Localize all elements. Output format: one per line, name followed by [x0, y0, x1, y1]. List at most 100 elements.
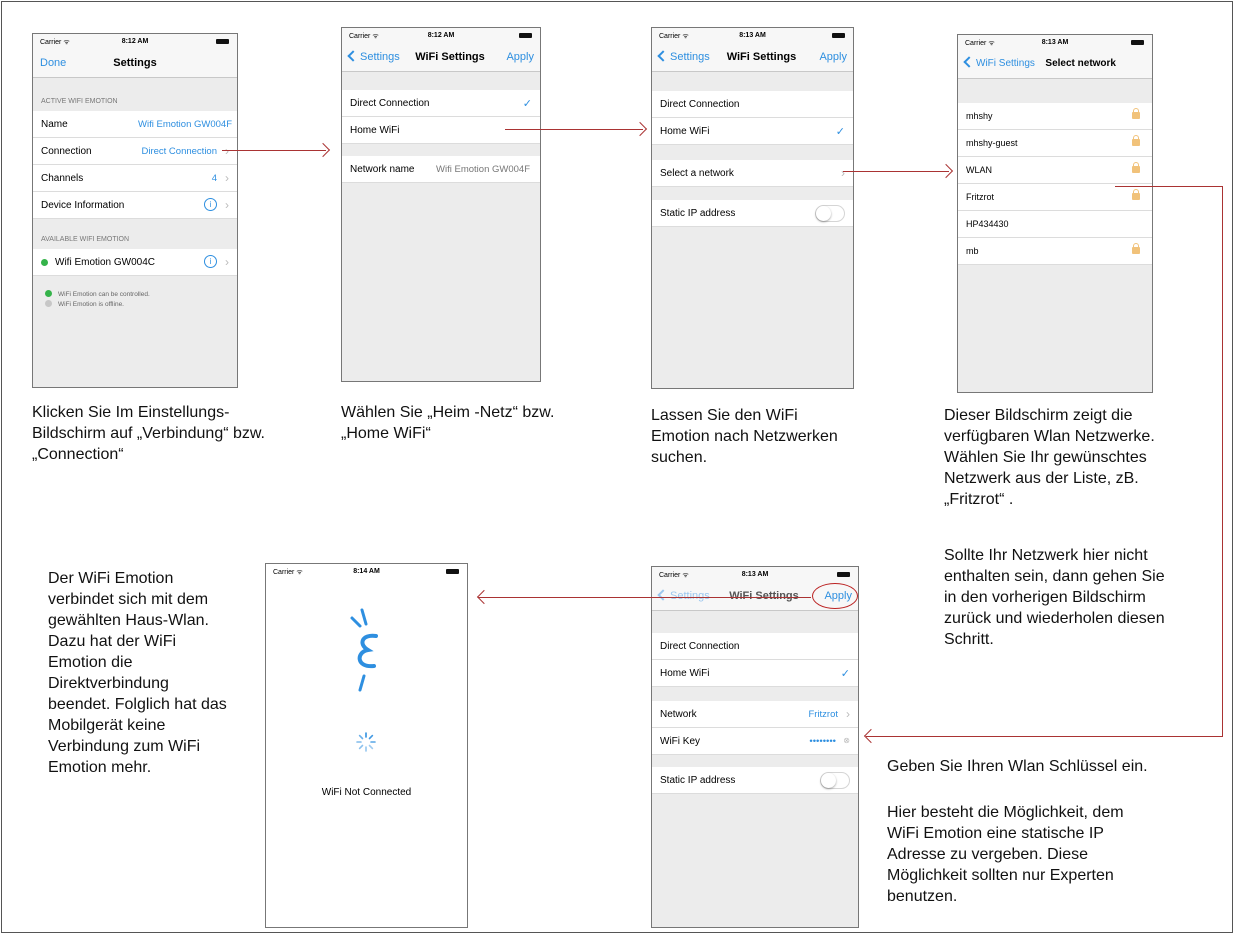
- row-value: Direct Connection: [141, 146, 217, 157]
- network-row-hp434430[interactable]: HP434430: [958, 211, 1152, 238]
- lock-icon: [1132, 162, 1140, 173]
- row-label: Device Information: [41, 200, 125, 211]
- nav-title: Settings: [113, 57, 157, 69]
- nav-title: Select network: [1045, 58, 1116, 69]
- network-name: mhshy: [966, 111, 993, 121]
- phone-screen-not-connected: Carrier ᯤ 8:14 AM WiFi Not Connected: [265, 563, 468, 928]
- status-message: WiFi Not Connected: [321, 787, 412, 798]
- row-name[interactable]: Name Wifi Emotion GW004F: [33, 111, 237, 138]
- status-bar: Carrier ᯤ 8:12 AM: [342, 28, 540, 42]
- chevron-right-icon: ›: [225, 255, 229, 269]
- wifi-key-input[interactable]: ••••••••: [809, 736, 836, 747]
- status-bar: Carrier ᯤ 8:13 AM: [958, 35, 1152, 49]
- network-row-mhshy[interactable]: mhshy: [958, 103, 1152, 130]
- clear-icon[interactable]: ⊗: [843, 736, 850, 745]
- row-direct-connection[interactable]: Direct Connection ✓: [342, 90, 540, 117]
- chevron-left-icon: [657, 589, 669, 601]
- row-direct-connection[interactable]: Direct Connection: [652, 91, 853, 118]
- nav-bar: WiFi Settings Select network: [958, 49, 1152, 79]
- status-bar: Carrier ᯤ 8:13 AM: [652, 28, 853, 42]
- network-name: HP434430: [966, 219, 1009, 229]
- info-icon[interactable]: i: [204, 255, 217, 268]
- caption-step-5-note: Hier besteht die Möglichkeit, dem WiFi E…: [887, 804, 1124, 905]
- row-home-wifi[interactable]: Home WiFi ✓: [652, 660, 858, 687]
- caption-step-4-note: Sollte Ihr Netzwerk hier nicht enthalten…: [944, 547, 1165, 648]
- row-direct-connection[interactable]: Direct Connection: [652, 633, 858, 660]
- legend-offline-text: WiFi Emotion is offline.: [58, 301, 124, 308]
- battery-icon: [832, 33, 845, 38]
- network-row-fritzrot[interactable]: Fritzrot: [958, 184, 1152, 211]
- phone-screen-wifi-settings-home: Carrier ᯤ 8:13 AM Settings WiFi Settings…: [651, 27, 854, 389]
- row-home-wifi[interactable]: Home WiFi ✓: [652, 118, 853, 145]
- row-static-ip[interactable]: Static IP address: [652, 767, 858, 794]
- chevron-right-icon: ›: [846, 707, 850, 721]
- row-label: Direct Connection: [660, 641, 740, 652]
- lock-icon: [1132, 108, 1140, 119]
- chevron-left-icon: [657, 50, 669, 62]
- section-header-active: ACTIVE WIFI EMOTION: [41, 98, 118, 105]
- battery-icon: [216, 39, 229, 44]
- caption-step-5: Geben Sie Ihren Wlan Schlüssel ein.: [887, 758, 1148, 775]
- apply-button[interactable]: Apply: [819, 51, 847, 63]
- network-row-mb[interactable]: mb: [958, 238, 1152, 265]
- row-channels[interactable]: Channels 4 ›: [33, 165, 237, 192]
- apply-button[interactable]: Apply: [506, 51, 534, 63]
- row-network[interactable]: Network Fritzrot ›: [652, 701, 858, 728]
- phone-screen-wifi-settings: Carrier ᯤ 8:12 AM Settings WiFi Settings…: [341, 27, 541, 382]
- row-home-wifi[interactable]: Home WiFi: [342, 117, 540, 144]
- caption-step-1: Klicken Sie Im Einstellungs-Bildschirm a…: [32, 404, 265, 463]
- nav-bar: Done Settings: [33, 48, 237, 78]
- phone-screen-wifi-key: Carrier ᯤ 8:13 AM Settings WiFi Settings…: [651, 566, 859, 928]
- network-name: Fritzrot: [966, 192, 994, 202]
- row-label: Wifi Emotion GW004C: [55, 257, 156, 268]
- back-button[interactable]: WiFi Settings: [963, 56, 1035, 69]
- arrow-step1-to-step2: [222, 150, 326, 151]
- row-label: Home WiFi: [660, 126, 710, 137]
- row-wifi-key[interactable]: WiFi Key •••••••• ⊗: [652, 728, 858, 755]
- clock: 8:14 AM: [353, 568, 380, 575]
- network-name: mb: [966, 246, 979, 256]
- legend-online-text: WiFi Emotion can be controlled.: [58, 291, 150, 298]
- chevron-right-icon: ›: [225, 198, 229, 212]
- chevron-right-icon: ›: [225, 171, 229, 185]
- caption-step-6: Der WiFi Emotion verbindet sich mit dem …: [48, 570, 227, 776]
- network-name: WLAN: [966, 165, 993, 175]
- legend-offline-dot-icon: [45, 300, 52, 307]
- phone-screen-settings: Carrier ᯤ 8:12 AM Done Settings ACTIVE W…: [32, 33, 238, 388]
- status-bar: Carrier ᯤ 8:14 AM: [266, 564, 467, 578]
- arrow-step5-to-step6: [478, 597, 811, 598]
- row-available-device[interactable]: Wifi Emotion GW004C i ›: [33, 249, 237, 276]
- caption-step-4: Dieser Bildschirm zeigt die verfügbaren …: [944, 407, 1155, 508]
- wifi-emotion-logo-icon: [350, 608, 378, 692]
- row-value: Fritzrot: [808, 709, 838, 720]
- row-label: Static IP address: [660, 208, 736, 219]
- static-ip-toggle[interactable]: [820, 772, 850, 789]
- row-label: Static IP address: [660, 775, 736, 786]
- status-bar: Carrier ᯤ 8:13 AM: [652, 567, 858, 581]
- battery-icon: [519, 33, 532, 38]
- clock: 8:13 AM: [1041, 39, 1069, 46]
- nav-bar: Settings WiFi Settings Apply: [342, 42, 540, 72]
- clock: 8:13 AM: [739, 32, 766, 39]
- info-icon[interactable]: i: [204, 198, 217, 211]
- legend-online-dot-icon: [45, 290, 52, 297]
- arrow-step3-to-step4: [843, 171, 949, 172]
- chevron-left-icon: [963, 56, 975, 68]
- row-static-ip[interactable]: Static IP address: [652, 200, 853, 227]
- row-network-name[interactable]: Network name Wifi Emotion GW004F: [342, 156, 540, 183]
- row-connection[interactable]: Connection Direct Connection ›: [33, 138, 237, 165]
- static-ip-toggle[interactable]: [815, 205, 845, 222]
- battery-icon: [446, 569, 459, 574]
- row-select-network[interactable]: Select a network ›: [652, 160, 853, 187]
- back-label: WiFi Settings: [976, 58, 1035, 69]
- caption-step-2: Wählen Sie „Heim -Netz“ bzw. „Home WiFi“: [341, 404, 555, 442]
- network-row-mhshy-guest[interactable]: mhshy-guest: [958, 130, 1152, 157]
- network-row-wlan[interactable]: WLAN: [958, 157, 1152, 184]
- caption-step-3: Lassen Sie den WiFi Emotion nach Netzwer…: [651, 407, 838, 466]
- lock-icon: [1132, 189, 1140, 200]
- network-name: mhshy-guest: [966, 138, 1018, 148]
- row-value: Wifi Emotion GW004F: [138, 119, 232, 130]
- row-label: Home WiFi: [660, 668, 710, 679]
- row-device-information[interactable]: Device Information i ›: [33, 192, 237, 219]
- online-dot-icon: [41, 259, 48, 266]
